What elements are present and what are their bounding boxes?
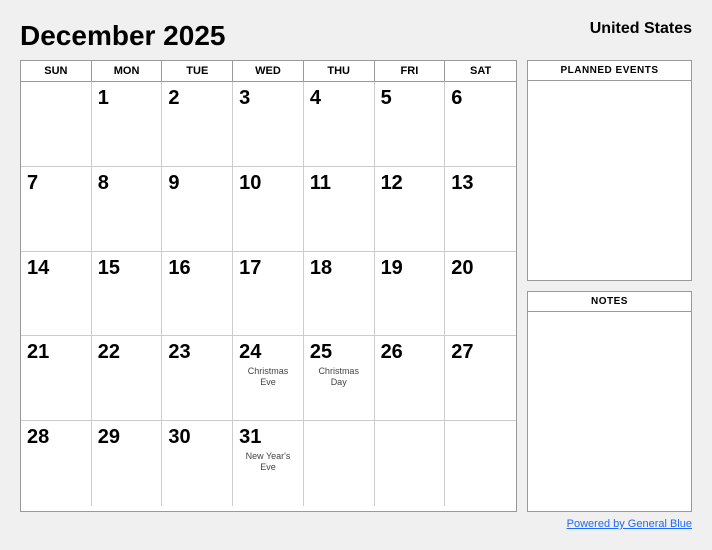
table-row: 6 [445, 82, 516, 167]
day-headers-row: SUN MON TUE WED THU FRI SAT [21, 61, 516, 82]
planned-events-header: PLANNED EVENTS [528, 61, 691, 81]
table-row: 2 [162, 82, 233, 167]
table-row: 17 [233, 252, 304, 337]
christmas-eve-label: Christmas Eve [239, 366, 297, 388]
planned-events-box: PLANNED EVENTS [527, 60, 692, 281]
table-row: 15 [92, 252, 163, 337]
notes-header: NOTES [528, 292, 691, 312]
day-header-fri: FRI [375, 61, 446, 81]
table-row: 23 [162, 336, 233, 421]
calendar-grid: 1 2 3 4 5 6 7 8 9 10 11 12 13 14 15 16 1… [21, 82, 516, 506]
powered-by-link[interactable]: Powered by General Blue [567, 518, 692, 530]
day-header-sat: SAT [445, 61, 516, 81]
table-row: 18 [304, 252, 375, 337]
table-row: 21 [21, 336, 92, 421]
table-row: 16 [162, 252, 233, 337]
table-row: 20 [445, 252, 516, 337]
table-row [304, 421, 375, 506]
main-content: SUN MON TUE WED THU FRI SAT 1 2 3 4 5 6 … [20, 60, 692, 512]
country-title: United States [590, 20, 692, 38]
table-row: 10 [233, 167, 304, 252]
table-row [375, 421, 446, 506]
day-header-wed: WED [233, 61, 304, 81]
table-row: 12 [375, 167, 446, 252]
table-row [21, 82, 92, 167]
table-row: 7 [21, 167, 92, 252]
day-header-sun: SUN [21, 61, 92, 81]
table-row: 5 [375, 82, 446, 167]
table-row: 31 New Year'sEve [233, 421, 304, 506]
table-row: 1 [92, 82, 163, 167]
new-years-eve-label: New Year'sEve [239, 451, 297, 473]
footer: Powered by General Blue [20, 518, 692, 530]
table-row: 24 Christmas Eve [233, 336, 304, 421]
notes-box: NOTES [527, 291, 692, 512]
table-row: 13 [445, 167, 516, 252]
day-header-mon: MON [92, 61, 163, 81]
table-row: 14 [21, 252, 92, 337]
calendar-section: SUN MON TUE WED THU FRI SAT 1 2 3 4 5 6 … [20, 60, 517, 512]
table-row: 22 [92, 336, 163, 421]
table-row: 27 [445, 336, 516, 421]
table-row: 8 [92, 167, 163, 252]
table-row: 26 [375, 336, 446, 421]
table-row: 30 [162, 421, 233, 506]
table-row [445, 421, 516, 506]
table-row: 4 [304, 82, 375, 167]
right-section: PLANNED EVENTS NOTES [527, 60, 692, 512]
christmas-day-label: Christmas Day [310, 366, 368, 388]
table-row: 19 [375, 252, 446, 337]
table-row: 11 [304, 167, 375, 252]
table-row: 28 [21, 421, 92, 506]
table-row: 3 [233, 82, 304, 167]
month-year-title: December 2025 [20, 20, 225, 52]
table-row: 25 Christmas Day [304, 336, 375, 421]
table-row: 9 [162, 167, 233, 252]
day-header-tue: TUE [162, 61, 233, 81]
table-row: 29 [92, 421, 163, 506]
day-header-thu: THU [304, 61, 375, 81]
